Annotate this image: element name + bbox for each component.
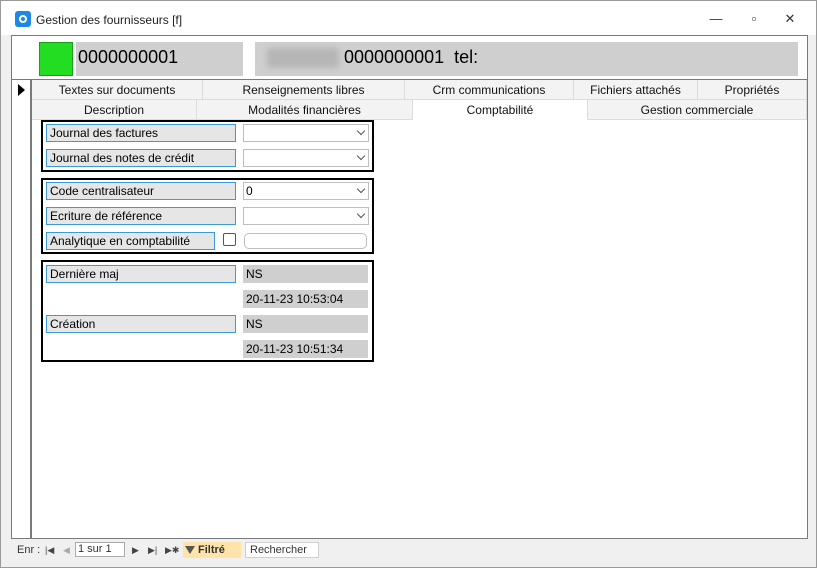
tab-textes-sur-documents[interactable]: Textes sur documents [32,80,203,100]
tab-description[interactable]: Description [32,100,197,120]
record-selector[interactable] [11,79,31,539]
derniere-maj-date: 20-11-23 10:53:04 [243,290,368,308]
code-centralisateur-label: Code centralisateur [46,182,236,200]
supplier-info-field: 0000000001 tel: [255,42,798,76]
current-record-arrow-icon [18,84,25,96]
derniere-maj-user: NS [243,265,368,283]
tab-comptabilite[interactable]: Comptabilité [413,100,588,120]
analytique-checkbox[interactable] [223,233,236,246]
code-centralisateur-value: 0 [246,184,253,198]
chevron-down-icon[interactable] [356,184,366,194]
first-record-icon[interactable]: |◀ [45,541,54,559]
tab-row-1: Textes sur documents Renseignements libr… [32,80,807,100]
last-record-icon[interactable]: ▶| [148,541,157,559]
creation-label: Création [46,315,236,333]
next-record-icon[interactable]: ▶ [132,541,139,559]
chevron-down-icon[interactable] [356,151,366,161]
tab-renseignements-libres[interactable]: Renseignements libres [203,80,405,100]
restore-button[interactable]: ▫ [741,9,767,29]
current-record-input[interactable]: 1 sur 1 [75,542,125,557]
window-title: Gestion des fournisseurs [f] [36,13,183,27]
chevron-down-icon[interactable] [356,126,366,136]
tab-row-2: Description Modalités financières Compta… [32,100,807,120]
audit-group: Dernière maj NS 20-11-23 10:53:04 Créati… [41,260,374,362]
code-centralisateur-combo[interactable]: 0 [243,182,369,200]
tab-gestion-commerciale[interactable]: Gestion commerciale [588,100,807,120]
ecriture-reference-combo[interactable] [243,207,369,225]
filter-toggle-button[interactable]: Filtré [183,542,241,558]
minimize-button[interactable]: — [703,9,729,29]
title-bar: Gestion des fournisseurs [f] — ▫ ✕ [1,1,816,35]
search-box[interactable]: Rechercher [245,542,319,558]
app-window: Gestion des fournisseurs [f] — ▫ ✕ 00000… [0,0,817,568]
ecriture-reference-label: Ecriture de référence [46,207,236,225]
derniere-maj-label: Dernière maj [46,265,236,283]
new-record-icon[interactable]: ▶✱ [165,541,179,559]
supplier-code-field[interactable]: 0000000001 [76,42,243,76]
record-navigation-bar: Enr : |◀ ◀ 1 sur 1 ▶ ▶| ▶✱ Filtré Recher… [11,541,808,559]
status-indicator [39,42,73,76]
journal-factures-label: Journal des factures [46,124,236,142]
journal-factures-combo[interactable] [243,124,369,142]
close-button[interactable]: ✕ [777,9,803,29]
tab-modalites-financieres[interactable]: Modalités financières [197,100,413,120]
tab-proprietes[interactable]: Propriétés [698,80,807,100]
accounting-group: Code centralisateur 0 Ecriture de référe… [41,178,374,254]
redacted-name [267,48,339,68]
app-icon [15,11,31,27]
tab-fichiers-attaches[interactable]: Fichiers attachés [574,80,698,100]
record-header: 0000000001 0000000001 tel: [11,35,808,79]
journals-group: Journal des factures Journal des notes d… [41,120,374,172]
creation-date: 20-11-23 10:51:34 [243,340,368,358]
tab-crm-communications[interactable]: Crm communications [405,80,574,100]
filter-funnel-icon [185,546,195,555]
chevron-down-icon[interactable] [356,209,366,219]
analytique-label: Analytique en comptabilité [46,232,215,250]
previous-record-icon[interactable]: ◀ [63,541,70,559]
record-label: Enr : [17,544,41,556]
journal-notes-credit-combo[interactable] [243,149,369,167]
filter-label: Filtré [198,544,225,556]
supplier-info-text: 0000000001 tel: [344,47,479,67]
creation-user: NS [243,315,368,333]
journal-notes-credit-label: Journal des notes de crédit [46,149,236,167]
tab-control: Textes sur documents Renseignements libr… [31,79,808,539]
analytique-field[interactable] [244,233,367,249]
